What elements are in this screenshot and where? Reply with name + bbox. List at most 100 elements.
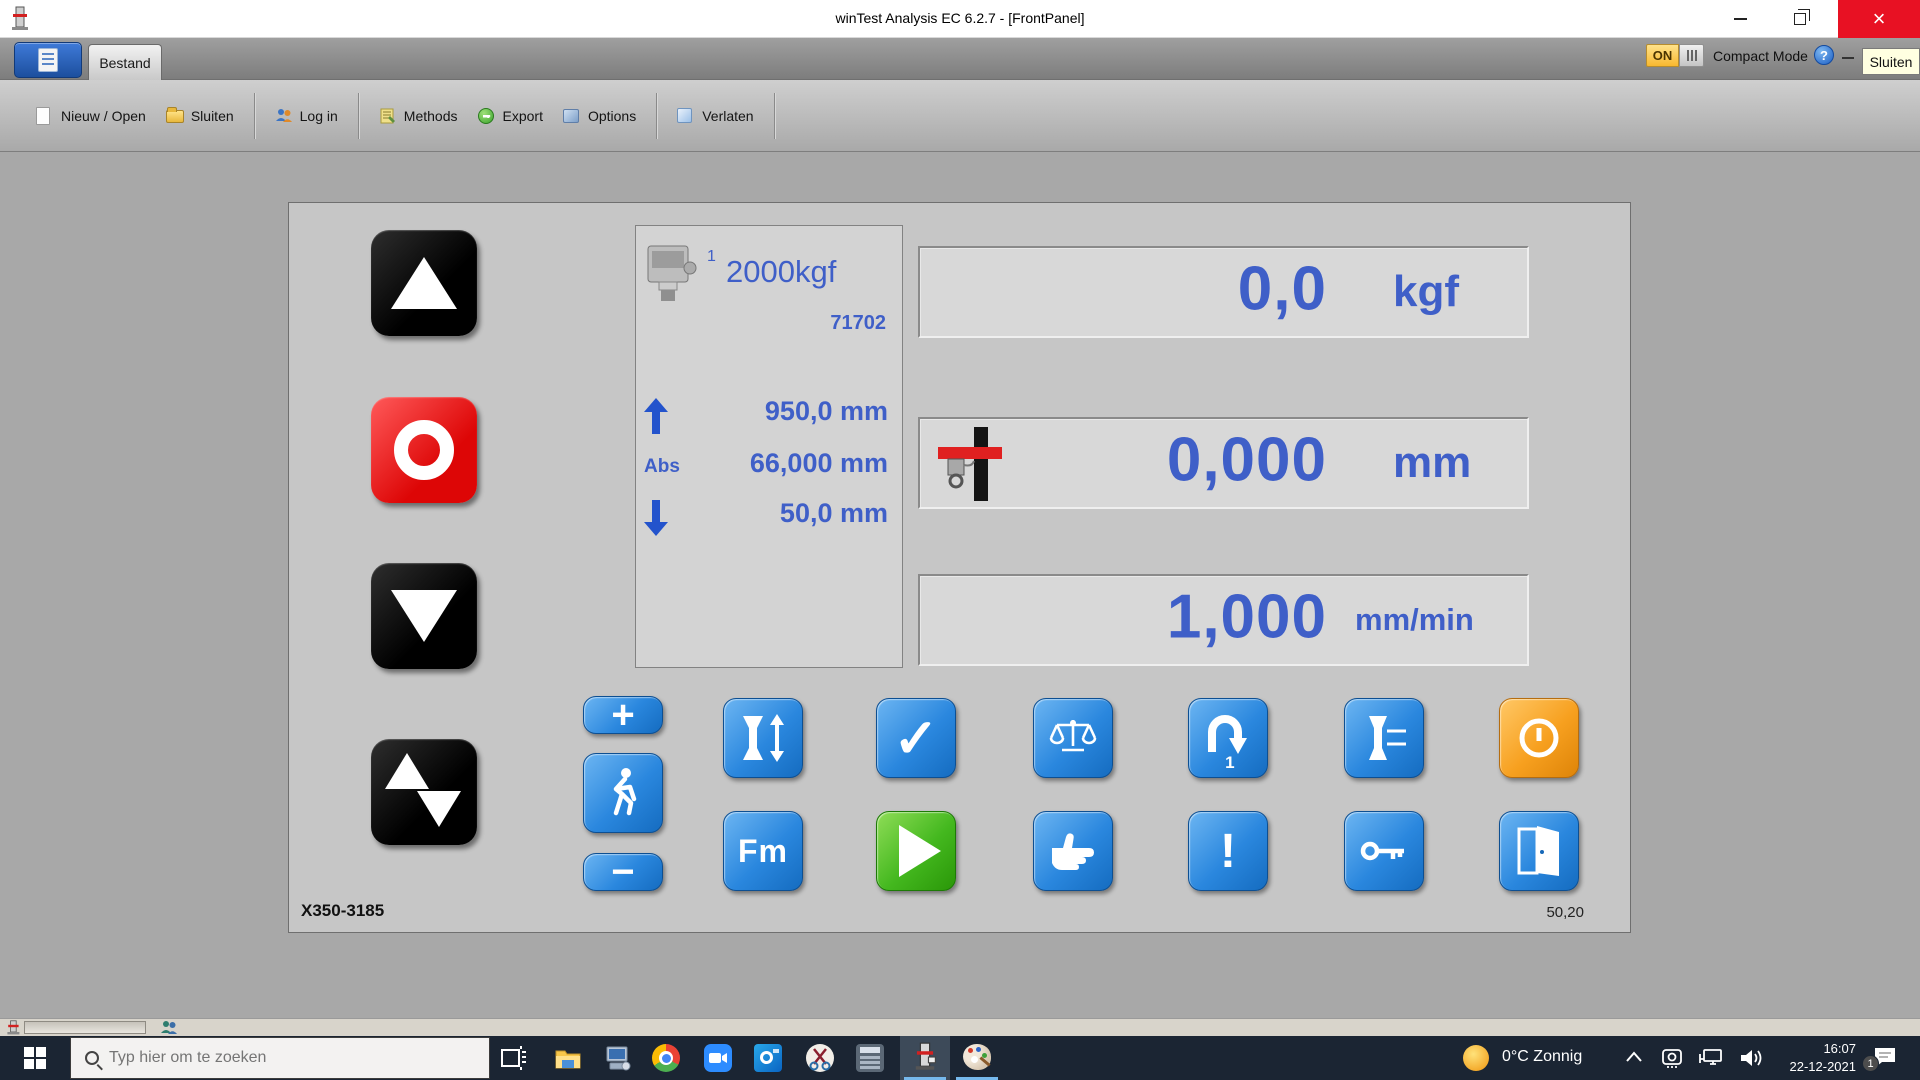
specimen-setup-button[interactable] (723, 698, 803, 778)
exit-button[interactable] (1499, 811, 1579, 891)
toolbar-separator (656, 93, 657, 139)
abs-position-value: 66,000 mm (750, 448, 888, 479)
calculator-icon[interactable] (856, 1044, 884, 1072)
task-view-icon[interactable] (500, 1044, 528, 1072)
jog-up-icon (391, 257, 457, 309)
minimize-ribbon-icon (1842, 57, 1854, 59)
jog-updown-button[interactable] (371, 739, 477, 845)
start-button[interactable] (0, 1036, 70, 1080)
sluiten-button[interactable]: Sluiten (156, 101, 244, 131)
tray-clock[interactable]: 16:07 22-12-2021 (1772, 1040, 1856, 1076)
minimize-button[interactable] (1712, 0, 1768, 38)
minimize-ribbon-button[interactable] (1842, 54, 1856, 62)
manual-control-button[interactable] (1033, 811, 1113, 891)
extensometer-button[interactable] (1344, 698, 1424, 778)
file-menu-button[interactable] (14, 42, 82, 78)
tray-chevron-icon[interactable] (1625, 1051, 1643, 1063)
hand-icon (1048, 830, 1098, 872)
snipping-tool-icon[interactable] (806, 1044, 834, 1072)
outlook-icon[interactable] (754, 1044, 782, 1072)
nieuw-open-button[interactable]: Nieuw / Open (26, 101, 156, 131)
balance-icon (1048, 716, 1098, 760)
network-icon[interactable] (1698, 1047, 1724, 1069)
panel-footer-value: 50,20 (1546, 904, 1584, 921)
login-icon (275, 107, 293, 125)
ribbon-tab-row: Bestand ON Compact Mode ? Sluiten (0, 38, 1920, 80)
taskbar-search[interactable] (70, 1037, 490, 1079)
power-icon (1514, 713, 1564, 763)
taskbar: 0°C Zonnig 16:07 22-12-2021 (0, 1036, 1920, 1080)
window-title: winTest Analysis EC 6.2.7 - [FrontPanel] (0, 10, 1920, 26)
up-arrow-icon (644, 398, 668, 434)
return-button[interactable]: 1 (1188, 698, 1268, 778)
speed-minus-button[interactable]: − (583, 853, 663, 891)
down-arrow-icon (644, 500, 668, 536)
minus-icon: − (611, 852, 634, 892)
manual-move-button[interactable] (583, 753, 663, 833)
action-center-button[interactable]: 1 (1872, 1046, 1898, 1068)
force-display: 0,0 kgf (918, 246, 1529, 338)
verlaten-button[interactable]: Verlaten (667, 101, 763, 131)
weather-label[interactable]: 0°C Zonnig (1502, 1048, 1582, 1066)
start-test-button[interactable] (876, 811, 956, 891)
tab-bestand[interactable]: Bestand (88, 44, 162, 80)
layout-toggle-icon (1691, 50, 1693, 61)
frontpanel: 1 2000kgf 71702 950,0 mm Abs 66,000 mm (288, 202, 1631, 933)
lower-limit-value: 50,0 mm (780, 498, 888, 529)
file-explorer-icon[interactable] (554, 1044, 582, 1072)
tare-button[interactable] (1033, 698, 1113, 778)
options-label: Options (588, 108, 636, 124)
layout-toggle-button[interactable] (1679, 44, 1704, 67)
methods-icon (379, 107, 397, 125)
tray-camera-icon[interactable] (1660, 1047, 1684, 1069)
unlock-button[interactable] (1344, 811, 1424, 891)
plus-icon: + (611, 695, 634, 735)
search-icon (85, 1051, 99, 1065)
upper-limit-value: 950,0 mm (765, 396, 888, 427)
restore-button[interactable] (1772, 0, 1828, 38)
options-icon (563, 109, 579, 123)
on-toggle-button[interactable]: ON (1646, 44, 1679, 67)
volume-icon[interactable] (1738, 1046, 1764, 1070)
lower-limit-row: 50,0 mm (636, 498, 902, 538)
standby-button[interactable] (1499, 698, 1579, 778)
paint-taskbar-button[interactable] (952, 1036, 1002, 1080)
export-button[interactable]: Export (468, 101, 553, 131)
alarm-button[interactable]: ! (1188, 811, 1268, 891)
file-menu-icon (38, 48, 58, 72)
speed-value: 1,000 (1167, 582, 1327, 653)
fm-button[interactable]: Fm (723, 811, 803, 891)
check-icon: ✓ (893, 707, 938, 770)
verlaten-label: Verlaten (702, 108, 753, 124)
zoom-icon[interactable] (704, 1044, 732, 1072)
sensor-panel: 1 2000kgf 71702 950,0 mm Abs 66,000 mm (635, 225, 903, 668)
jog-up-button[interactable] (371, 230, 477, 336)
speed-plus-button[interactable]: + (583, 696, 663, 734)
statusbar-machine-icon (5, 1020, 21, 1036)
remote-desktop-icon[interactable] (604, 1044, 632, 1072)
help-icon[interactable]: ? (1814, 45, 1834, 65)
tray-date: 22-12-2021 (1772, 1058, 1856, 1076)
login-button[interactable]: Log in (265, 101, 348, 131)
methods-button[interactable]: Methods (369, 101, 468, 131)
statusbar-users-icon (160, 1020, 178, 1036)
position-unit: mm (1393, 438, 1471, 488)
wintest-app-icon (913, 1042, 937, 1072)
options-button[interactable]: Options (553, 101, 646, 131)
abs-label: Abs (644, 456, 680, 478)
close-button[interactable]: × (1838, 0, 1920, 38)
play-icon (899, 825, 941, 877)
confirm-button[interactable]: ✓ (876, 698, 956, 778)
jog-down-icon (391, 590, 457, 642)
load-cell-icon (644, 244, 698, 304)
toolbar-separator (254, 93, 255, 139)
chrome-icon[interactable] (652, 1044, 680, 1072)
toolbar-separator (358, 93, 359, 139)
jog-down-button[interactable] (371, 563, 477, 669)
weather-sun-icon[interactable] (1463, 1045, 1489, 1071)
walk-icon (601, 767, 645, 819)
wintest-taskbar-button[interactable] (900, 1036, 950, 1080)
search-input[interactable] (109, 1049, 439, 1067)
app-statusbar (0, 1018, 1920, 1036)
stop-button[interactable] (371, 397, 477, 503)
